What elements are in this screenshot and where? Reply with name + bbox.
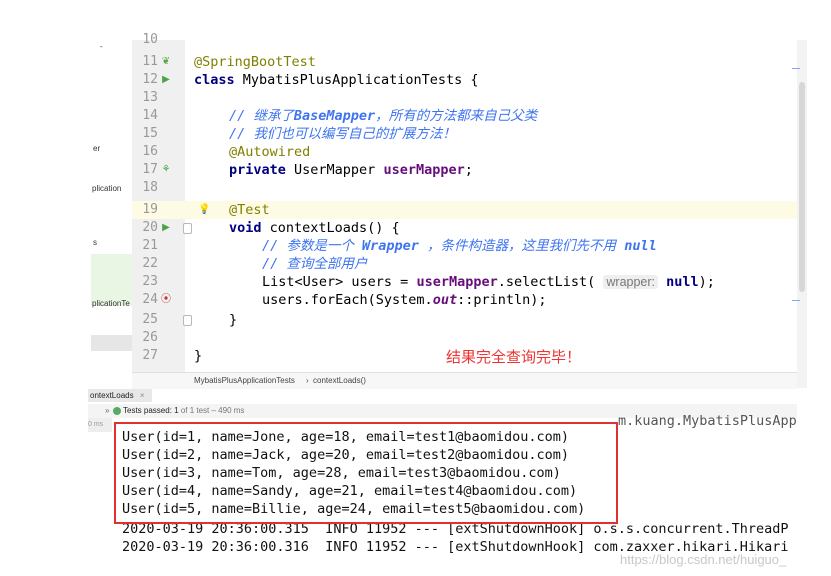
run-tab-label: ontextLoads <box>90 391 134 400</box>
error-stripe-mark[interactable] <box>792 300 800 301</box>
line-number: 21 <box>142 238 158 253</box>
leaf-icon[interactable]: ❦ <box>160 56 172 68</box>
code-line: 19 💡 @Test <box>132 201 797 219</box>
fold-marker[interactable] <box>183 223 192 234</box>
check-icon <box>113 407 121 415</box>
line-number: 17 <box>142 162 158 177</box>
bean-icon[interactable]: ⚘ <box>160 164 172 176</box>
code-line: 16 @Autowired <box>132 143 797 161</box>
annotation: @SpringBootTest <box>194 54 316 70</box>
project-tree-item[interactable]: plication <box>92 184 132 193</box>
console-line: m.kuang.MybatisPlusApp <box>618 413 797 429</box>
bulb-icon[interactable]: 💡 <box>198 204 210 216</box>
statement: users.forEach(System.out::println); <box>262 292 547 308</box>
comment: // 继承了BaseMapper，所有的方法都来自己父类 <box>229 108 538 124</box>
project-tree-item-selected[interactable]: plicationTe <box>92 299 132 308</box>
code-line: 23 List<User> users = userMapper.selectL… <box>132 273 797 291</box>
project-tree-selection <box>91 335 132 351</box>
run-test-icon[interactable]: ▶ <box>160 74 172 86</box>
run-tab[interactable]: ontextLoads × <box>88 389 152 402</box>
scrollbar-thumb[interactable] <box>799 82 805 292</box>
code-line: 25 } <box>132 311 797 329</box>
breadcrumb: MybatisPlusApplicationTests › contextLoa… <box>132 372 797 389</box>
code-line: 12 ▶ class MybatisPlusApplicationTests { <box>132 71 797 89</box>
closing-brace: } <box>194 348 203 364</box>
code-line: 26 <box>132 329 797 347</box>
annotation: @Autowired <box>229 144 311 160</box>
fold-marker[interactable] <box>183 315 192 326</box>
comment: // 参数是一个 Wrapper ，条件构造器，这里我们先不用 null <box>262 238 657 254</box>
line-number: 16 <box>142 144 158 159</box>
code-line: 17 ⚘ private UserMapper userMapper; <box>132 161 797 179</box>
line-number: 22 <box>142 256 158 271</box>
code-line: 10 <box>132 31 797 49</box>
closing-brace: } <box>229 312 238 328</box>
line-number: 11 <box>142 54 158 69</box>
code-line: 14 // 继承了BaseMapper，所有的方法都来自己父类 <box>132 107 797 125</box>
line-number: 14 <box>142 108 158 123</box>
breadcrumb-separator: › <box>306 376 309 385</box>
line-number: 24 <box>142 292 158 307</box>
line-number: 25 <box>142 312 158 327</box>
expand-icon[interactable]: » <box>105 404 109 418</box>
code-line: 11 ❦ @SpringBootTest <box>132 53 797 71</box>
field-declaration: private UserMapper userMapper; <box>229 162 473 178</box>
watermark: https://blog.csdn.net/huiguo_ <box>620 552 787 567</box>
tree-dash: - <box>100 42 103 51</box>
line-number: 15 <box>142 126 158 141</box>
project-tree-item[interactable]: er <box>93 144 100 153</box>
code-line: 18 <box>132 179 797 197</box>
project-tree-item[interactable]: s <box>93 238 97 247</box>
line-number: 13 <box>142 90 158 105</box>
error-stripe-mark[interactable] <box>792 68 800 69</box>
method-declaration: void contextLoads() { <box>229 220 400 236</box>
line-number: 20 <box>142 220 158 235</box>
code-line: 20 ▶ void contextLoads() { <box>132 219 797 237</box>
result-annotation: 结果完全查询完毕！ <box>446 348 582 366</box>
code-line: 24 ⦿ users.forEach(System.out::println); <box>132 291 797 309</box>
line-number: 26 <box>142 330 158 345</box>
code-line: 15 // 我们也可以编写自己的扩展方法！ <box>132 125 797 143</box>
statement: List<User> users = userMapper.selectList… <box>262 274 715 290</box>
line-number: 10 <box>142 32 158 47</box>
breadcrumb-method[interactable]: contextLoads() <box>313 373 366 389</box>
breakpoint-icon[interactable]: ⦿ <box>160 294 172 306</box>
code-line: 21 // 参数是一个 Wrapper ，条件构造器，这里我们先不用 null <box>132 237 797 255</box>
class-declaration: class MybatisPlusApplicationTests { <box>194 72 479 88</box>
result-highlight-box <box>114 422 618 524</box>
run-test-icon[interactable]: ▶ <box>160 222 172 234</box>
annotation: @Test <box>229 202 270 218</box>
comment: // 查询全部用户 <box>262 256 368 272</box>
close-icon[interactable]: × <box>140 391 145 400</box>
code-line: 22 // 查询全部用户 <box>132 255 797 273</box>
parameter-hint: wrapper: <box>603 275 659 289</box>
line-number: 18 <box>142 180 158 195</box>
project-panel <box>0 40 132 412</box>
line-number: 23 <box>142 274 158 289</box>
comment: // 我们也可以编写自己的扩展方法！ <box>229 126 456 142</box>
breadcrumb-class[interactable]: MybatisPlusApplicationTests <box>194 373 295 389</box>
code-line: 13 <box>132 89 797 107</box>
line-number: 19 <box>142 202 158 217</box>
test-status-text: Tests passed: 1 of 1 test – 490 ms <box>123 406 245 415</box>
line-number: 12 <box>142 72 158 87</box>
line-number: 27 <box>142 348 158 363</box>
test-time-label: 0 ms <box>88 418 112 432</box>
